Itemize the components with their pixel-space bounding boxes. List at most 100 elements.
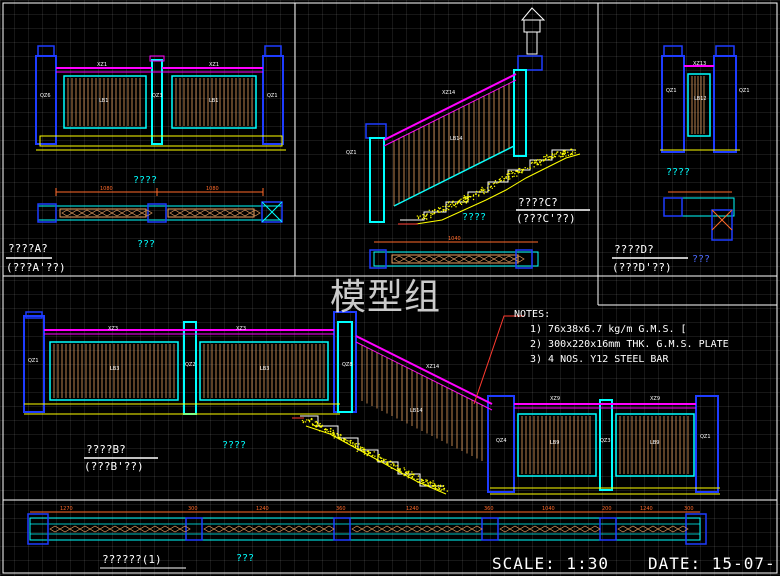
dim-label: 1080 (100, 186, 113, 192)
stair-hatch-dot (425, 485, 426, 486)
stair-hatch-dot (317, 424, 318, 425)
plan-pattern (122, 210, 132, 216)
stair-hatch-dot (311, 418, 312, 419)
stair-hatch-dot (316, 426, 317, 427)
plan-pattern (464, 256, 474, 262)
stair-hatch-dot (564, 154, 565, 155)
stair-hatch-dot (357, 446, 358, 447)
view-title: ????D? (614, 243, 654, 256)
stair-hatch-dot (467, 197, 468, 198)
plan-pattern (404, 256, 414, 262)
stair-hatch-dot (488, 190, 489, 191)
stair-hatch-dot (534, 160, 535, 161)
stair-hatch-dot (543, 160, 544, 161)
stair-hatch-dot (354, 444, 355, 445)
stair-hatch-dot (319, 425, 320, 426)
stair-hatch-dot (339, 438, 340, 439)
plan-pattern (50, 526, 60, 532)
stair-hatch-dot (481, 187, 482, 188)
stair-hatch-dot (447, 206, 448, 207)
plan-pattern (362, 526, 372, 532)
stair-hatch-dot (406, 472, 407, 473)
stair-hatch-dot (493, 183, 494, 184)
plan-pattern (224, 526, 234, 532)
plan-pattern (204, 526, 214, 532)
stair-hatch-dot (494, 182, 495, 183)
stair-hatch-dot (440, 207, 441, 208)
stair-hatch-dot (508, 176, 509, 177)
stair-hatch-dot (438, 485, 439, 486)
stair-hatch-dot (327, 431, 328, 432)
plan-pattern (214, 526, 224, 532)
stair-hatch-dot (427, 485, 428, 486)
plan-pattern (240, 210, 250, 216)
plan-pattern (110, 526, 120, 532)
stair-hatch-dot (455, 206, 456, 207)
stair-hatch-dot (386, 463, 387, 464)
plan-pattern (284, 526, 294, 532)
stair-hatch-dot (351, 445, 352, 446)
plan-pattern (422, 526, 432, 532)
stair-hatch-dot (500, 178, 501, 179)
plan-pattern (454, 256, 464, 262)
plan-pattern (504, 256, 514, 262)
stair-hatch-dot (430, 215, 431, 216)
stair-hatch-dot (480, 189, 481, 190)
stair-hatch-dot (302, 420, 303, 421)
stair-hatch-dot (305, 421, 306, 422)
stair-hatch-dot (400, 468, 401, 469)
stair-hatch-dot (517, 171, 518, 172)
stair-hatch-dot (462, 202, 463, 203)
stair-hatch-dot (539, 162, 540, 163)
stair-hatch-dot (432, 482, 433, 483)
plan-pattern (530, 526, 540, 532)
stair-hatch-dot (381, 460, 382, 461)
plan-pattern (72, 210, 82, 216)
plan-pattern (442, 526, 452, 532)
stair-hatch-dot (434, 488, 435, 489)
plan-pattern (550, 526, 560, 532)
plan-pattern (294, 526, 304, 532)
stair-hatch-dot (344, 438, 345, 439)
stair-hatch-dot (411, 474, 412, 475)
plan-pattern (494, 256, 504, 262)
stair-hatch-dot (312, 423, 313, 424)
stair-hatch-dot (567, 152, 568, 153)
stair-hatch-dot (343, 438, 344, 439)
plan-pattern (658, 526, 668, 532)
dim-label: 1240 (406, 506, 419, 512)
stair-hatch-dot (564, 151, 565, 152)
stair-hatch-dot (358, 443, 359, 444)
stair-hatch-dot (412, 476, 413, 477)
stair-hatch-dot (446, 208, 447, 209)
stair-hatch-dot (432, 213, 433, 214)
stair-hatch-dot (486, 191, 487, 192)
plan-pattern (112, 210, 122, 216)
stair-hatch-dot (560, 152, 561, 153)
view-subtitle: (???D'??) (612, 261, 672, 274)
stair-hatch-dot (521, 169, 522, 170)
stair-hatch-dot (551, 157, 552, 158)
plan-pattern (412, 526, 422, 532)
stair-hatch-dot (508, 173, 509, 174)
plan-pattern (638, 526, 648, 532)
plan-pattern (432, 526, 442, 532)
stair-hatch-dot (387, 461, 388, 462)
cad-drawing-canvas: XZ1 XZ1 QZ6 QZ3 QZ1 LB1 LB1 1080 1080 XZ… (0, 0, 780, 576)
plan-pattern (254, 526, 264, 532)
plan-pattern (580, 526, 590, 532)
stair-hatch-dot (554, 153, 555, 154)
stair-hatch-dot (473, 199, 474, 200)
stair-hatch-dot (402, 473, 403, 474)
stair-hatch-dot (333, 432, 334, 433)
stair-hatch-dot (433, 213, 434, 214)
dim-label: 300 (684, 506, 694, 512)
plan-pattern (452, 526, 462, 532)
stair-hatch-dot (325, 431, 326, 432)
stair-hatch-dot (565, 155, 566, 156)
plan-pattern (244, 526, 254, 532)
stair-hatch-dot (536, 162, 537, 163)
plan-pattern (414, 256, 424, 262)
stair-hatch-dot (397, 468, 398, 469)
stair-hatch-dot (350, 442, 351, 443)
